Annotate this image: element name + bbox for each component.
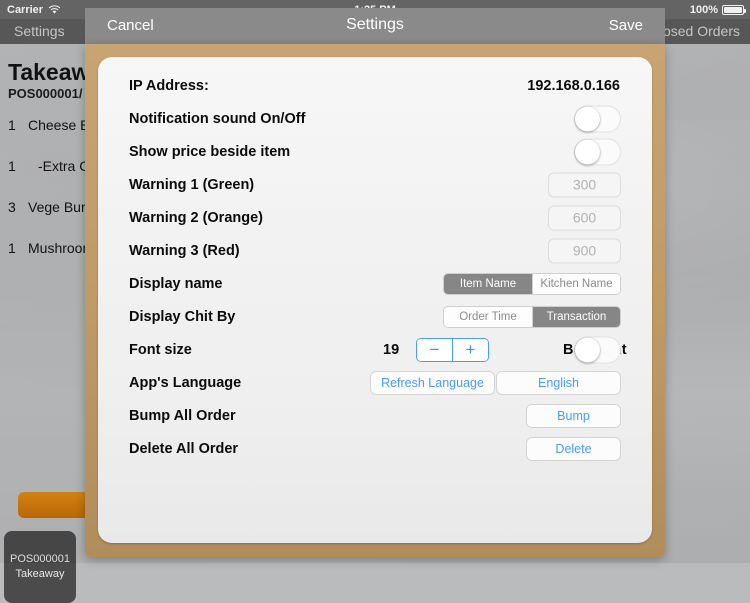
settings-row-warning-3: Warning 3 (Red) 900 xyxy=(98,234,652,267)
settings-row-display-name: Display name Item Name Kitchen Name xyxy=(98,267,652,300)
show-price-toggle[interactable] xyxy=(574,138,621,165)
warning-3-input[interactable]: 900 xyxy=(548,238,621,263)
warning-1-input[interactable]: 300 xyxy=(548,172,621,197)
bump-all-label: Bump All Order xyxy=(129,407,236,424)
toggle-knob xyxy=(575,106,600,131)
settings-row-ip-address: IP Address: 192.168.0.166 xyxy=(98,69,652,102)
display-name-label: Display name xyxy=(129,275,223,292)
ip-address-label: IP Address: xyxy=(129,77,209,94)
warning-3-label: Warning 3 (Red) xyxy=(129,242,240,259)
pos-tile-line2: Takeaway xyxy=(15,568,65,580)
display-chit-by-label: Display Chit By xyxy=(129,308,236,325)
warning-2-label: Warning 2 (Orange) xyxy=(129,209,263,226)
notification-sound-toggle[interactable] xyxy=(574,105,621,132)
segment-order-time[interactable]: Order Time xyxy=(444,306,532,327)
settings-row-notification-sound: Notification sound On/Off xyxy=(98,102,652,135)
warning-1-label: Warning 1 (Green) xyxy=(129,176,255,193)
settings-row-display-chit-by: Display Chit By Order Time Transaction xyxy=(98,300,652,333)
settings-row-warning-2: Warning 2 (Orange) 600 xyxy=(98,201,652,234)
bump-button[interactable]: Bump xyxy=(526,403,621,428)
font-size-label: Font size xyxy=(129,341,192,358)
settings-modal: Cancel Settings Save IP Address: 192.168… xyxy=(85,8,665,557)
settings-row-delete-all: Delete All Order Delete xyxy=(98,432,652,465)
app-language-label: App's Language xyxy=(129,374,242,391)
ip-address-value: 192.168.0.166 xyxy=(527,77,620,94)
modal-header: Cancel Settings Save xyxy=(85,8,665,44)
segment-kitchen-name[interactable]: Kitchen Name xyxy=(532,273,620,294)
language-select-button[interactable]: English xyxy=(496,370,621,395)
notification-sound-label: Notification sound On/Off xyxy=(129,110,306,127)
font-size-decrement-button[interactable]: − xyxy=(417,338,452,361)
show-price-label: Show price beside item xyxy=(129,143,291,160)
settings-row-show-price: Show price beside item xyxy=(98,135,652,168)
settings-row-app-language: App's Language Refresh Language English xyxy=(98,366,652,399)
font-size-increment-button[interactable]: + xyxy=(452,338,488,361)
font-size-value: 19 xyxy=(383,341,400,358)
save-button[interactable]: Save xyxy=(609,17,643,34)
settings-list: IP Address: 192.168.0.166 Notification s… xyxy=(98,57,652,543)
display-chit-by-segmented-control[interactable]: Order Time Transaction xyxy=(443,305,621,328)
display-name-segmented-control[interactable]: Item Name Kitchen Name xyxy=(443,272,621,295)
segment-item-name[interactable]: Item Name xyxy=(444,273,532,294)
delete-button[interactable]: Delete xyxy=(526,436,621,461)
settings-row-font-size: Font size 19 − + Bold font xyxy=(98,333,652,366)
modal-frame: IP Address: 192.168.0.166 Notification s… xyxy=(85,44,665,557)
settings-row-bump-all: Bump All Order Bump xyxy=(98,399,652,432)
delete-all-label: Delete All Order xyxy=(129,440,239,457)
modal-title: Settings xyxy=(346,16,404,33)
segment-transaction[interactable]: Transaction xyxy=(532,306,620,327)
settings-row-warning-1: Warning 1 (Green) 300 xyxy=(98,168,652,201)
refresh-language-button[interactable]: Refresh Language xyxy=(370,370,495,395)
font-size-stepper[interactable]: − + xyxy=(416,337,489,362)
warning-2-input[interactable]: 600 xyxy=(548,205,621,230)
toggle-knob xyxy=(575,337,600,362)
bold-font-toggle[interactable] xyxy=(574,336,621,363)
toggle-knob xyxy=(575,139,600,164)
